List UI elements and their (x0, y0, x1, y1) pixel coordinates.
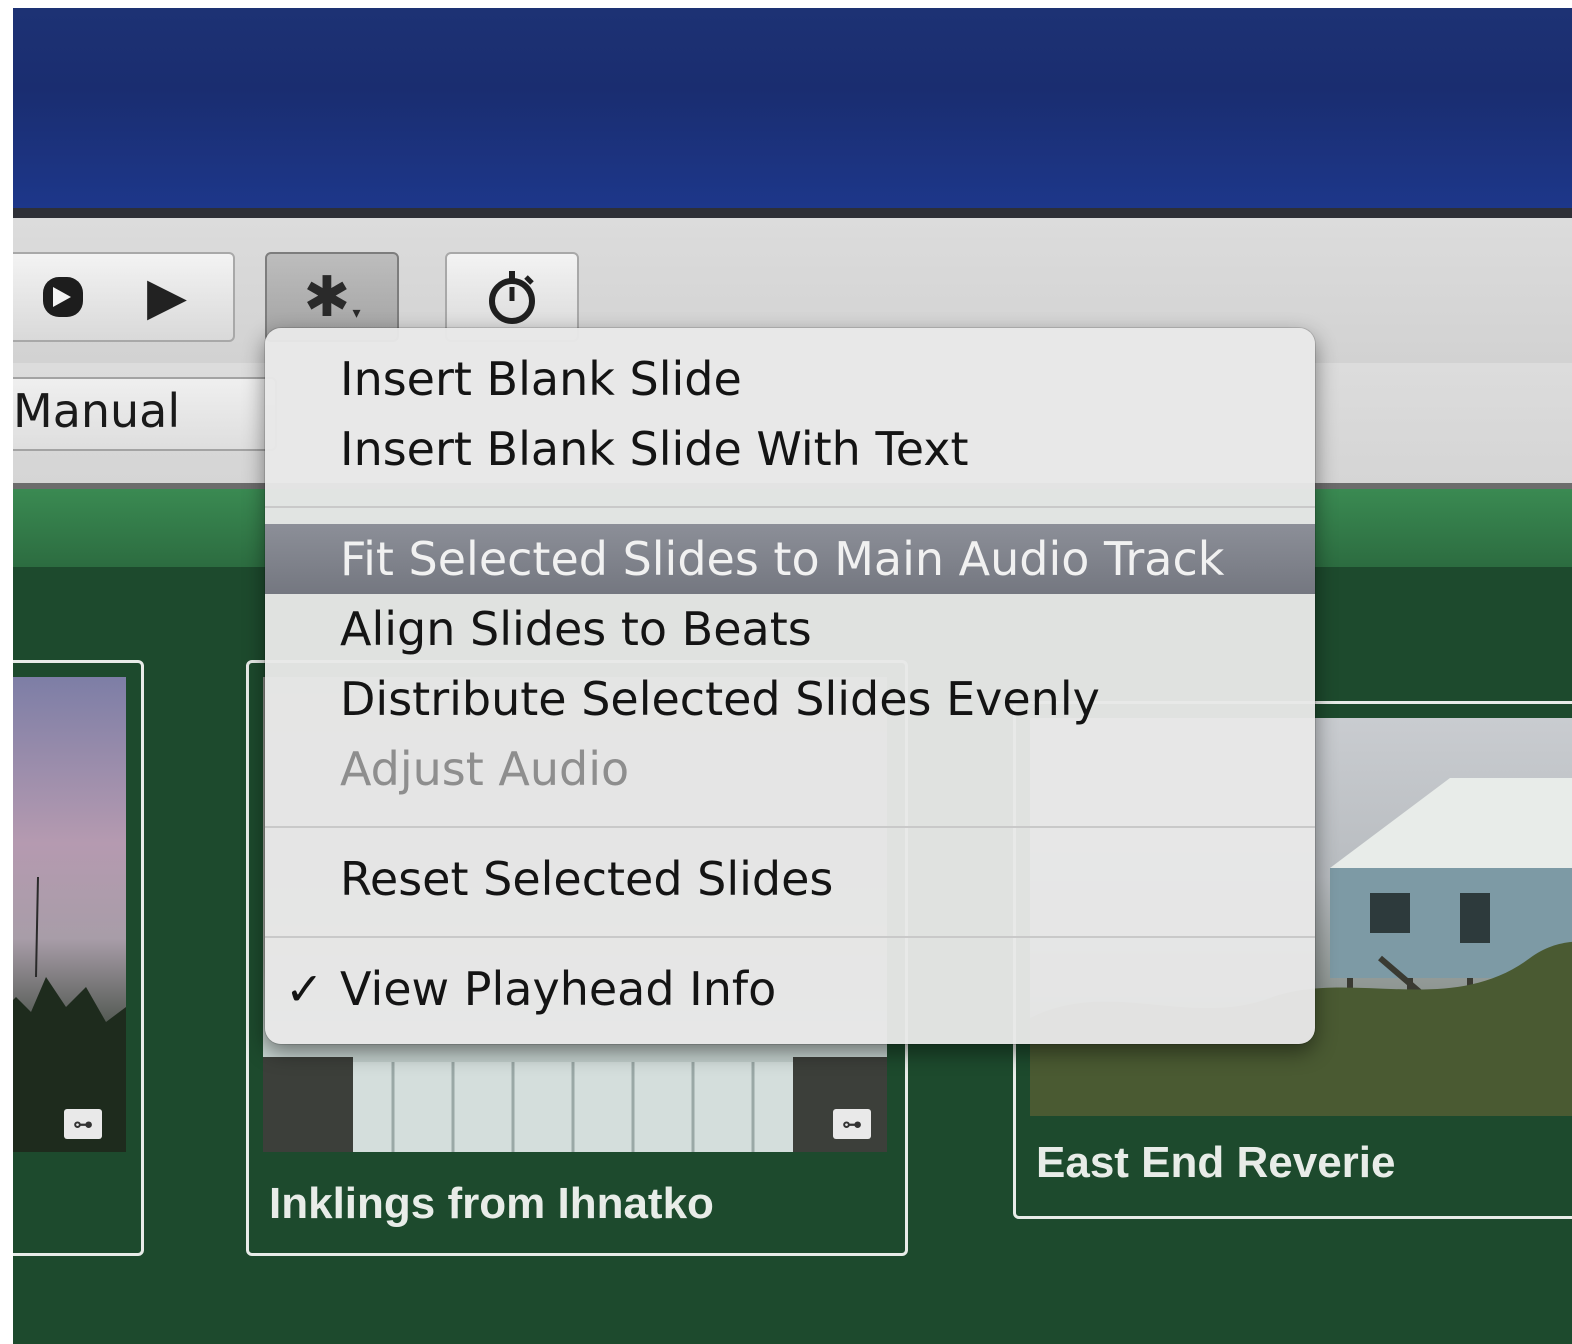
play-button[interactable]: ▶ (101, 252, 235, 342)
menu-item-view-playhead-info[interactable]: ✓ View Playhead Info (265, 954, 1315, 1024)
rewind-icon (43, 277, 83, 317)
menu-separator (265, 506, 1315, 508)
checkmark-icon: ✓ (285, 962, 324, 1016)
chevron-down-icon: ▾ (352, 302, 361, 322)
transition-badge[interactable]: ⊶ (833, 1109, 871, 1139)
tree-silhouette (13, 876, 126, 1152)
action-context-menu: Insert Blank Slide Insert Blank Slide Wi… (265, 328, 1315, 1044)
menu-separator (265, 936, 1315, 938)
menu-item-adjust-audio: Adjust Audio (340, 742, 630, 796)
menu-item-fit-slides-to-audio[interactable]: Fit Selected Slides to Main Audio Track (265, 524, 1315, 594)
transition-badge[interactable]: ⊶ (64, 1109, 102, 1139)
menu-item-insert-blank-slide-with-text[interactable]: Insert Blank Slide With Text (265, 414, 1315, 484)
menu-separator (265, 826, 1315, 828)
slide-title: East End Reverie (1036, 1138, 1396, 1187)
menu-item-align-slides-to-beats[interactable]: Align Slides to Beats (265, 594, 1315, 664)
stopwatch-icon (489, 271, 535, 324)
timing-mode-label: Manual (13, 384, 181, 438)
slide-title: Inklings from Ihnatko (269, 1179, 714, 1228)
slide-thumbnail (13, 677, 126, 1152)
rewind-button[interactable] (13, 252, 104, 342)
menu-item-distribute-slides-evenly[interactable]: Distribute Selected Slides Evenly (265, 664, 1315, 734)
menu-item-insert-blank-slide[interactable]: Insert Blank Slide (265, 344, 1315, 414)
slide-card[interactable]: ⊶ (13, 660, 144, 1256)
gear-icon: ✱ (303, 264, 351, 330)
slideshow-editor: ▶ ✱ ▾ Manual ⊶ ⊶ Inklings from Ihnatko E… (13, 8, 1572, 1344)
viewer-border (13, 208, 1572, 218)
play-icon: ▶ (147, 267, 187, 327)
slide-viewer (13, 8, 1572, 208)
menu-item-reset-selected-slides[interactable]: Reset Selected Slides (265, 844, 1315, 914)
